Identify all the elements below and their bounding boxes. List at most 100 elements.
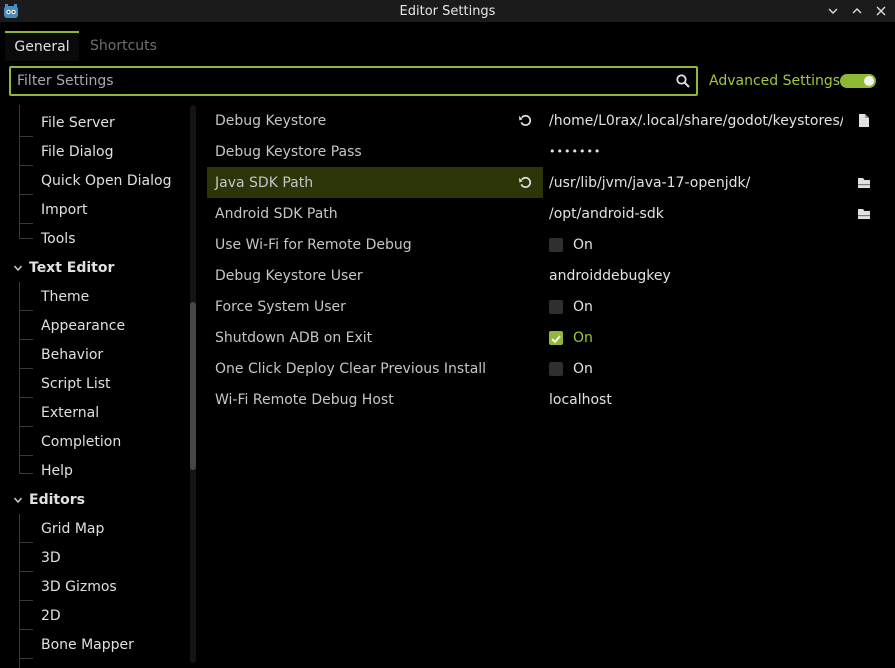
maximize-button[interactable] bbox=[849, 3, 865, 19]
property-row-java-sdk-path: Java SDK Path /usr/lib/jvm/java-17-openj… bbox=[207, 167, 887, 198]
title-bar[interactable]: Editor Settings bbox=[0, 0, 895, 22]
property-value-folder[interactable]: /usr/lib/jvm/java-17-openjdk/ bbox=[549, 167, 750, 198]
tree-item-script-list[interactable]: Script List bbox=[41, 369, 111, 398]
tree-guide bbox=[19, 223, 33, 224]
property-label: Use Wi-Fi for Remote Debug bbox=[215, 236, 412, 253]
tree-guide bbox=[19, 571, 33, 572]
chevron-down-icon[interactable] bbox=[13, 263, 23, 273]
checkbox[interactable] bbox=[549, 300, 563, 314]
property-label: Debug Keystore Pass bbox=[215, 143, 362, 160]
tree-item-2d[interactable]: 2D bbox=[41, 601, 61, 630]
tree-guide bbox=[19, 105, 20, 239]
tab-shortcuts[interactable]: Shortcuts bbox=[90, 31, 160, 61]
chevron-down-icon bbox=[828, 8, 838, 14]
property-name-cell: Java SDK Path bbox=[207, 167, 543, 198]
property-name-cell: Debug Keystore Pass bbox=[207, 136, 543, 167]
property-value-text[interactable]: androiddebugkey bbox=[549, 260, 671, 291]
tree-item-tools[interactable]: Tools bbox=[41, 224, 76, 253]
property-row-debug-keystore: Debug Keystore /home/L0rax/.local/share/… bbox=[207, 105, 887, 136]
property-row-use-wifi-remote-debug: Use Wi-Fi for Remote Debug On bbox=[207, 229, 887, 260]
chevron-down-icon[interactable] bbox=[13, 495, 23, 505]
revert-icon[interactable] bbox=[518, 113, 533, 128]
filter-settings-input[interactable] bbox=[15, 70, 665, 92]
tree-guide bbox=[19, 600, 33, 601]
tree-guide bbox=[19, 339, 33, 340]
tree-item-import[interactable]: Import bbox=[41, 195, 87, 224]
folder-icon[interactable] bbox=[857, 175, 871, 190]
property-value-password[interactable]: ••••••• bbox=[549, 136, 601, 167]
checkbox-label[interactable]: On bbox=[573, 322, 593, 353]
tree-item-external[interactable]: External bbox=[41, 398, 99, 427]
property-label: Debug Keystore User bbox=[215, 267, 363, 284]
tree-item-theme[interactable]: Theme bbox=[41, 282, 89, 311]
tree-item-appearance[interactable]: Appearance bbox=[41, 311, 125, 340]
checkbox[interactable] bbox=[549, 362, 563, 376]
chevron-up-icon bbox=[852, 8, 862, 14]
tree-guide bbox=[19, 455, 33, 456]
property-label: Android SDK Path bbox=[215, 205, 338, 222]
property-value-text[interactable]: localhost bbox=[549, 384, 612, 415]
folder-icon[interactable] bbox=[857, 206, 871, 221]
property-label: Shutdown ADB on Exit bbox=[215, 329, 373, 346]
tree-scrollbar-thumb[interactable] bbox=[190, 302, 196, 470]
settings-section-tree: File Server File Dialog Quick Open Dialo… bbox=[0, 105, 192, 668]
property-name-cell: One Click Deploy Clear Previous Install bbox=[207, 353, 543, 384]
file-icon[interactable] bbox=[857, 113, 871, 128]
tree-guide bbox=[19, 542, 33, 543]
tree-section-text-editor[interactable]: Text Editor bbox=[29, 253, 114, 282]
property-value-folder[interactable]: /opt/android-sdk bbox=[549, 198, 664, 229]
revert-icon[interactable] bbox=[518, 175, 533, 190]
property-row-one-click-deploy-clear: One Click Deploy Clear Previous Install … bbox=[207, 353, 887, 384]
tree-guide bbox=[19, 629, 33, 630]
checkbox-label[interactable]: On bbox=[573, 291, 593, 322]
property-label: Wi-Fi Remote Debug Host bbox=[215, 391, 394, 408]
checkmark-icon bbox=[551, 335, 561, 344]
advanced-settings-toggle[interactable] bbox=[840, 74, 876, 88]
tree-item-bone-mapper[interactable]: Bone Mapper bbox=[41, 630, 134, 659]
tree-guide bbox=[19, 368, 33, 369]
checkbox[interactable] bbox=[549, 238, 563, 252]
close-button[interactable] bbox=[873, 3, 889, 19]
tree-item-completion[interactable]: Completion bbox=[41, 427, 121, 456]
checkbox-label[interactable]: On bbox=[573, 353, 593, 384]
tree-guide bbox=[19, 658, 33, 659]
tree-item-behavior[interactable]: Behavior bbox=[41, 340, 103, 369]
tab-bar: General Shortcuts bbox=[0, 22, 895, 62]
filter-settings-box bbox=[9, 66, 698, 96]
godot-icon bbox=[4, 4, 18, 18]
tree-item-file-server[interactable]: File Server bbox=[41, 108, 115, 137]
tree-guide bbox=[19, 397, 33, 398]
tree-section-editors[interactable]: Editors bbox=[29, 485, 85, 514]
tree-item-help[interactable]: Help bbox=[41, 456, 73, 485]
tree-item-3d[interactable]: 3D bbox=[41, 543, 61, 572]
tree-guide bbox=[19, 165, 33, 166]
window-controls bbox=[825, 0, 889, 22]
minimize-button[interactable] bbox=[825, 3, 841, 19]
tree-item-3d-gizmos[interactable]: 3D Gizmos bbox=[41, 572, 117, 601]
property-label: One Click Deploy Clear Previous Install bbox=[215, 360, 487, 377]
tree-guide bbox=[19, 136, 33, 137]
property-name-cell: Debug Keystore bbox=[207, 105, 543, 136]
checkbox-checked[interactable] bbox=[549, 331, 563, 345]
tree-item-quick-open-dialog[interactable]: Quick Open Dialog bbox=[41, 166, 171, 195]
tree-guide bbox=[19, 473, 33, 474]
property-name-cell: Shutdown ADB on Exit bbox=[207, 322, 543, 353]
advanced-settings-label[interactable]: Advanced Settings bbox=[709, 70, 840, 92]
toggle-knob bbox=[864, 76, 874, 86]
checkbox-label[interactable]: On bbox=[573, 229, 593, 260]
property-name-cell: Use Wi-Fi for Remote Debug bbox=[207, 229, 543, 260]
tree-guide bbox=[19, 426, 33, 427]
property-label: Debug Keystore bbox=[215, 112, 327, 129]
property-row-shutdown-adb-on-exit: Shutdown ADB on Exit On bbox=[207, 322, 887, 353]
tree-item-grid-map[interactable]: Grid Map bbox=[41, 514, 104, 543]
property-value-file[interactable]: /home/L0rax/.local/share/godot/keystores… bbox=[549, 105, 843, 136]
property-row-android-sdk-path: Android SDK Path /opt/android-sdk bbox=[207, 198, 887, 229]
property-row-force-system-user: Force System User On bbox=[207, 291, 887, 322]
tree-scrollbar[interactable] bbox=[190, 105, 196, 663]
window-title: Editor Settings bbox=[399, 3, 496, 19]
tree-guide bbox=[19, 194, 33, 195]
property-name-cell: Wi-Fi Remote Debug Host bbox=[207, 384, 543, 415]
tree-item-file-dialog[interactable]: File Dialog bbox=[41, 137, 113, 166]
tab-general[interactable]: General bbox=[5, 31, 79, 61]
close-icon bbox=[876, 6, 886, 16]
